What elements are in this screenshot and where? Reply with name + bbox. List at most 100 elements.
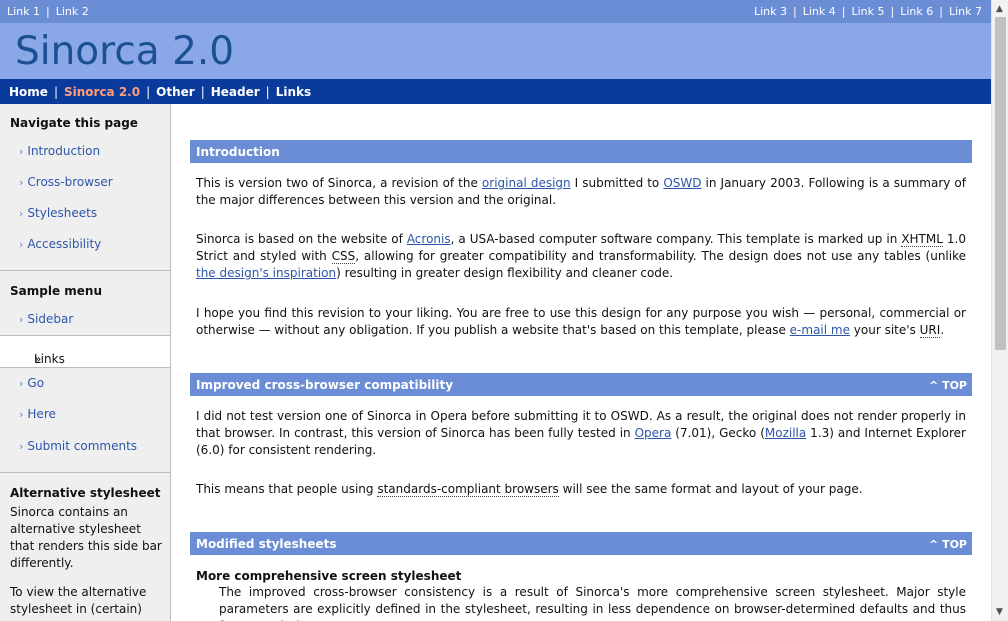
subsection-title: More comprehensive screen stylesheet [196,569,462,583]
section-title: Introduction [196,145,280,159]
text: ) resulting in greater design flexibilit… [336,266,674,280]
section-header-cross-browser: Improved cross-browser compatibility ^ T… [190,373,972,396]
intro-paragraph-3: I hope you find this revision to your li… [196,305,966,339]
text: . [940,323,945,337]
scrollbar-thumb[interactable] [995,17,1006,350]
site-header: Sinorca 2.0 [0,23,991,79]
oswd-link[interactable]: OSWD [663,176,701,190]
separator: | [146,85,151,99]
main-nav: Home | Sinorca 2.0 | Other | Header | Links [0,79,991,104]
section-title: Modified stylesheets [196,537,337,551]
sidebar-item-label: Submit comments [27,439,138,453]
sidebar-item-accessibility[interactable]: › Accessibility [19,237,101,251]
email-link[interactable]: e-mail me [790,323,850,337]
scroll-down-arrow-icon[interactable]: ▼ [996,607,1003,617]
nav-item-sinorca[interactable]: Sinorca 2.0 [64,85,140,99]
sidebar-item-links-current[interactable]: » Links [0,335,170,368]
sidebar-divider [0,270,170,271]
text: This means that people using [196,482,378,496]
crossbrowser-paragraph-2: This means that people using standards-c… [196,481,966,498]
standards-browsers-abbr: standards-compliant browsers [377,482,559,497]
sidebar-item-label: Sidebar [27,312,74,326]
intro-paragraph-2: Sinorca is based on the website of Acron… [196,231,966,282]
sidebar-item-label: Accessibility [27,237,102,251]
sidebar-item-label: Go [27,376,45,390]
separator: | [200,85,205,99]
design-inspiration-link[interactable]: the design's inspiration [196,266,336,280]
alt-stylesheet-heading: Alternative stylesheet [10,486,161,500]
top-link-7[interactable]: Link 7 [949,5,982,18]
top-link-2[interactable]: Link 2 [56,5,89,18]
chevron-right-icon: › [19,313,24,326]
text: (7.01), Gecko ( [671,426,765,440]
nav-item-links[interactable]: Links [276,85,311,99]
sidebar-item-cross-browser[interactable]: › Cross-browser [19,175,113,189]
top-link-1[interactable]: Link 1 [7,5,40,18]
vertical-scrollbar[interactable]: ▲ ▼ [991,0,1008,621]
top-link-4[interactable]: Link 4 [803,5,836,18]
separator: | [939,5,943,18]
chevron-right-icon: › [19,238,24,251]
sidebar-item-submit-comments[interactable]: › Submit comments [19,439,137,453]
sidebar-item-stylesheets[interactable]: › Stylesheets [19,206,97,220]
nav-item-home[interactable]: Home [9,85,48,99]
text: , a USA-based computer software company.… [450,232,902,246]
section-title: Improved cross-browser compatibility [196,378,454,392]
separator: | [890,5,895,18]
separator: | [841,5,846,18]
acronis-link[interactable]: Acronis [407,232,451,246]
sidebar-item-here[interactable]: › Here [19,407,56,421]
stylesheets-paragraph-1: The improved cross-browser consistency i… [219,585,966,621]
chevron-right-icon: › [19,377,24,390]
nav-item-other[interactable]: Other [156,85,195,99]
sidebar-item-label: Cross-browser [27,175,113,189]
text: This is version two of Sinorca, a revisi… [196,176,482,190]
top-links-left: Link 1 | Link 2 [7,5,89,18]
top-link-3[interactable]: Link 3 [754,5,787,18]
top-link-bar: Link 1 | Link 2 Link 3 | Link 4 | Link 5 | Link … [0,0,991,23]
crossbrowser-paragraph-1: I did not test version one of Sinorca in… [196,408,966,459]
alt-stylesheet-text: Sinorca contains an alternative styleshe… [10,505,162,570]
text: , allowing for greater compatibility and… [355,249,967,263]
sidebar-item-label: Stylesheets [27,206,98,220]
section-header-introduction: Introduction [190,140,972,163]
chevron-right-icon: › [19,408,24,421]
back-to-top-link[interactable]: ^ TOP [929,538,967,551]
alt-stylesheet-text-2: To view the alternative stylesheet in (c… [10,585,147,616]
top-link-6[interactable]: Link 6 [900,5,933,18]
back-to-top-link[interactable]: ^ TOP [929,379,967,392]
chevron-right-icon: › [19,176,24,189]
sidebar-divider [0,472,170,473]
sidebar-heading-sample: Sample menu [10,284,102,298]
sidebar-item-label: Introduction [27,144,101,158]
separator: | [46,5,50,18]
separator: | [53,85,58,99]
text: Sinorca is based on the website of [196,232,407,246]
sidebar-item-sidebar[interactable]: › Sidebar [19,312,73,326]
sidebar-item-introduction[interactable]: › Introduction [19,144,100,158]
sidebar: Navigate this page › Introduction › Cross-… [0,104,171,621]
intro-paragraph-1: This is version two of Sinorca, a revisi… [196,175,966,209]
top-links-right: Link 3 | Link 4 | Link 5 | Link 6 | Link 7 [754,5,982,18]
text: will see the same format and layout of y… [558,482,863,496]
separator: | [265,85,270,99]
uri-abbr: URI [919,323,941,338]
xhtml-abbr: XHTML [901,232,943,247]
text: I submitted to [570,176,664,190]
sidebar-item-label: Here [27,407,56,421]
section-header-stylesheets: Modified stylesheets ^ TOP [190,532,972,555]
mozilla-link[interactable]: Mozilla [765,426,806,440]
css-abbr: CSS [331,249,356,264]
original-design-link[interactable]: original design [482,176,571,190]
nav-item-header[interactable]: Header [211,85,260,99]
text: your site's [849,323,920,337]
sidebar-item-go[interactable]: › Go [19,376,44,390]
separator: | [793,5,797,18]
scroll-up-arrow-icon[interactable]: ▲ [996,4,1003,14]
sidebar-heading-navigate: Navigate this page [10,116,138,130]
chevron-right-icon: › [19,207,24,220]
chevron-right-icon: › [19,440,24,453]
opera-link[interactable]: Opera [635,426,672,440]
top-link-5[interactable]: Link 5 [851,5,884,18]
sidebar-item-text: Links [34,352,65,366]
